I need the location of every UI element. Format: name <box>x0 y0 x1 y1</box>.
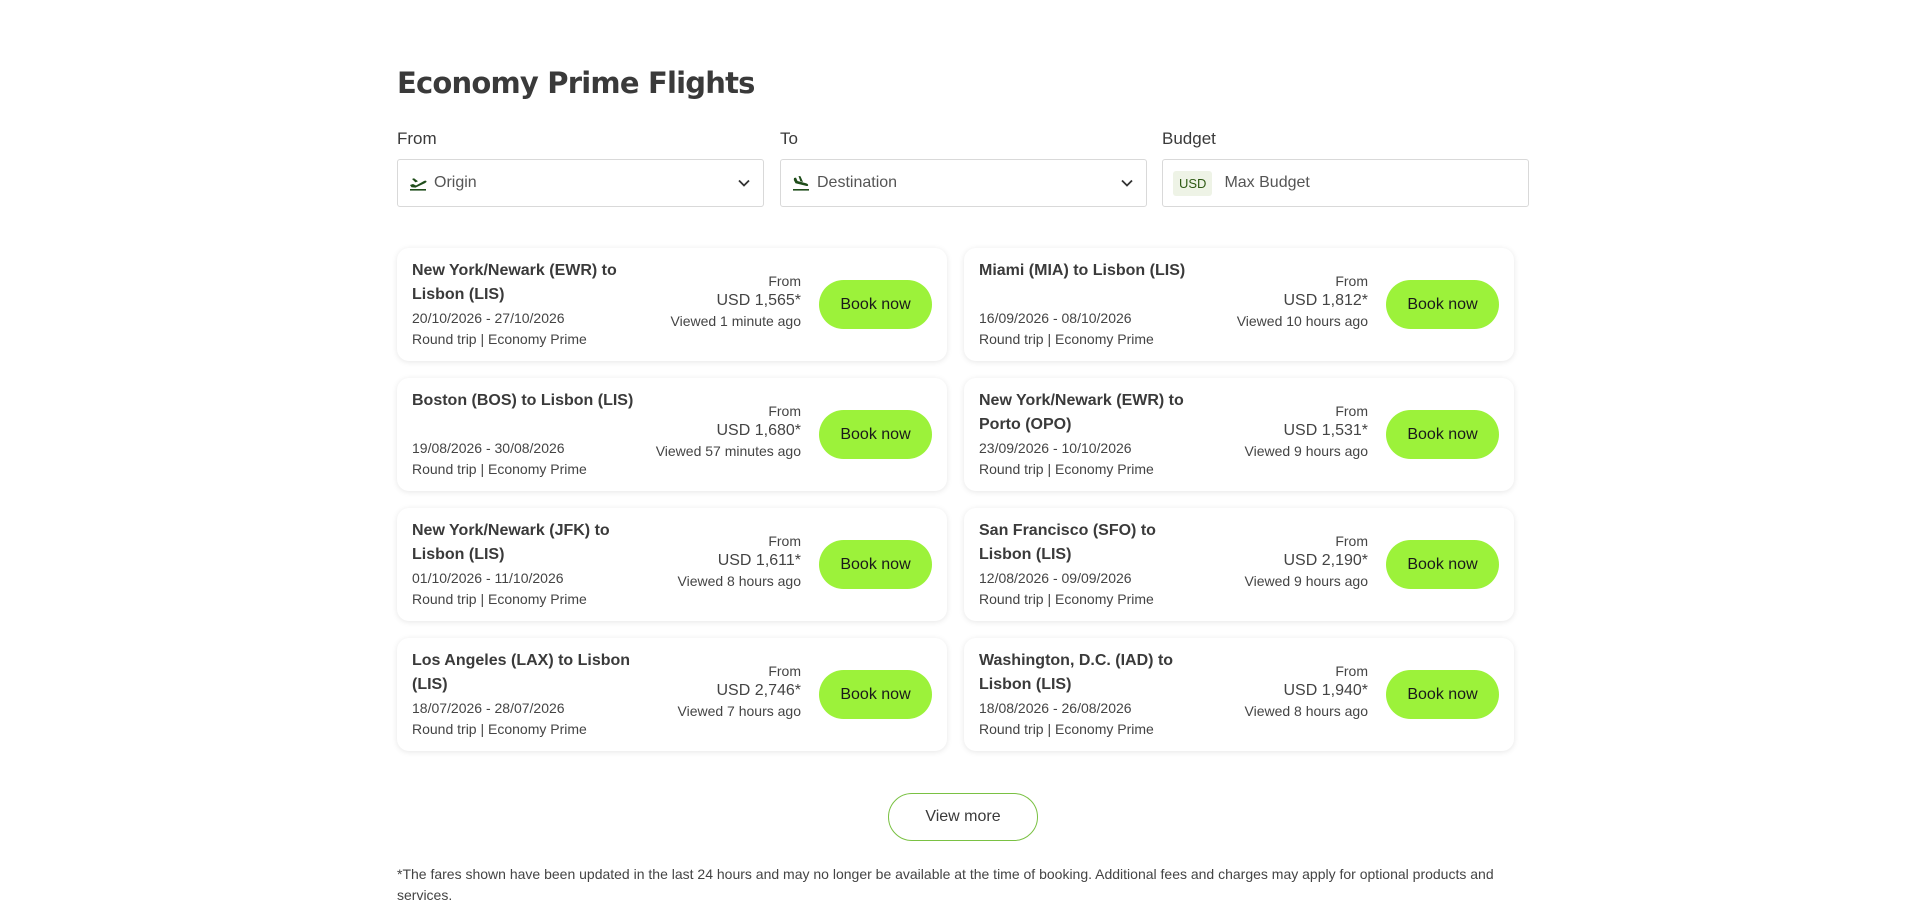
flight-card: Miami (MIA) to Lisbon (LIS) 16/09/2026 -… <box>964 248 1514 361</box>
price-block: From USD 1,680* Viewed 57 minutes ago <box>656 402 801 460</box>
viewed-time: Viewed 7 hours ago <box>677 703 802 719</box>
book-now-button[interactable]: Book now <box>819 540 932 589</box>
viewed-time: Viewed 10 hours ago <box>1236 313 1368 329</box>
flight-price: USD 1,611* <box>717 552 801 569</box>
flight-trip-type: Round trip | Economy Prime <box>412 331 587 347</box>
to-filter: To Destination <box>780 129 1147 207</box>
book-now-button[interactable]: Book now <box>819 670 932 719</box>
book-now-button[interactable]: Book now <box>1386 410 1499 459</box>
flight-card: Boston (BOS) to Lisbon (LIS) 19/08/2026 … <box>397 378 947 491</box>
chevron-down-icon <box>1121 179 1133 187</box>
flight-route: New York/Newark (EWR) to Porto (OPO) <box>979 392 1184 433</box>
flight-price: USD 2,190* <box>1283 552 1369 569</box>
view-more-button[interactable]: View more <box>888 793 1038 841</box>
flight-route: Washington, D.C. (IAD) to Lisbon (LIS) <box>979 652 1174 693</box>
book-now-button[interactable]: Book now <box>819 280 932 329</box>
budget-filter: Budget USD Max Budget <box>1162 129 1529 207</box>
viewed-time: Viewed 57 minutes ago <box>655 443 801 459</box>
budget-label: Budget <box>1162 129 1216 148</box>
flight-dates: 23/09/2026 - 10/10/2026 <box>979 440 1132 456</box>
flight-trip-type: Round trip | Economy Prime <box>412 461 587 477</box>
flight-price: USD 1,680* <box>716 422 802 439</box>
flight-trip-type: Round trip | Economy Prime <box>979 721 1154 737</box>
book-now-button[interactable]: Book now <box>1386 540 1499 589</box>
flight-card: San Francisco (SFO) to Lisbon (LIS) 12/0… <box>964 508 1514 621</box>
book-now-button[interactable]: Book now <box>1386 280 1499 329</box>
flight-price: USD 2,746* <box>716 682 802 699</box>
origin-select[interactable]: Origin <box>397 159 764 207</box>
budget-placeholder: Max Budget <box>1224 174 1310 191</box>
viewed-time: Viewed 9 hours ago <box>1244 573 1369 589</box>
page-title: Economy Prime Flights <box>397 66 755 100</box>
flight-route: Boston (BOS) to Lisbon (LIS) <box>412 392 634 409</box>
flight-card: Los Angeles (LAX) to Lisbon (LIS) 18/07/… <box>397 638 947 751</box>
from-label: From <box>1335 663 1368 679</box>
from-label: From <box>768 663 801 679</box>
viewed-time: Viewed 8 hours ago <box>1244 703 1369 719</box>
fares-disclaimer: *The fares shown have been updated in th… <box>397 866 1494 903</box>
flight-trip-type: Round trip | Economy Prime <box>412 721 587 737</box>
price-block: From USD 1,812* Viewed 10 hours ago <box>1237 272 1368 330</box>
flight-route: San Francisco (SFO) to Lisbon (LIS) <box>979 522 1156 563</box>
price-block: From USD 1,611* Viewed 8 hours ago <box>678 532 802 590</box>
chevron-down-icon <box>738 179 750 187</box>
flight-dates: 18/08/2026 - 26/08/2026 <box>979 700 1132 716</box>
plane-takeoff-icon <box>410 178 427 191</box>
price-block: From USD 2,746* Viewed 7 hours ago <box>678 662 802 720</box>
flight-trip-type: Round trip | Economy Prime <box>412 591 587 607</box>
flight-card: New York/Newark (EWR) to Lisbon (LIS) 20… <box>397 248 947 361</box>
flight-dates: 20/10/2026 - 27/10/2026 <box>412 310 565 326</box>
flight-price: USD 1,565* <box>716 292 802 309</box>
book-now-button[interactable]: Book now <box>819 410 932 459</box>
destination-select[interactable]: Destination <box>780 159 1147 207</box>
flight-card: New York/Newark (EWR) to Porto (OPO) 23/… <box>964 378 1514 491</box>
price-block: From USD 1,531* Viewed 9 hours ago <box>1245 402 1369 460</box>
price-block: From USD 1,940* Viewed 8 hours ago <box>1245 662 1369 720</box>
from-filter: From Origin <box>397 129 764 207</box>
flight-route: New York/Newark (EWR) to Lisbon (LIS) <box>412 262 617 303</box>
viewed-time: Viewed 8 hours ago <box>677 573 802 589</box>
flight-dates: 16/09/2026 - 08/10/2026 <box>979 310 1132 326</box>
from-label: From <box>768 403 801 419</box>
to-label: To <box>780 129 798 148</box>
flight-route: New York/Newark (JFK) to Lisbon (LIS) <box>412 522 610 563</box>
flight-trip-type: Round trip | Economy Prime <box>979 591 1154 607</box>
flight-trip-type: Round trip | Economy Prime <box>979 331 1154 347</box>
viewed-time: Viewed 1 minute ago <box>670 313 802 329</box>
from-label: From <box>397 129 437 148</box>
from-label: From <box>768 533 801 549</box>
from-label: From <box>768 273 801 289</box>
plane-landing-icon <box>793 176 809 191</box>
flight-price: USD 1,940* <box>1283 682 1369 699</box>
flight-card: Washington, D.C. (IAD) to Lisbon (LIS) 1… <box>964 638 1514 751</box>
currency-badge: USD <box>1173 170 1213 196</box>
flight-dates: 01/10/2026 - 11/10/2026 <box>412 570 564 586</box>
from-label: From <box>1335 273 1368 289</box>
flight-dates: 19/08/2026 - 30/08/2026 <box>412 440 565 456</box>
budget-input[interactable]: USD Max Budget <box>1162 159 1529 207</box>
filter-bar: From Origin To Destination Budget USD Ma… <box>397 129 1529 207</box>
flight-trip-type: Round trip | Economy Prime <box>979 461 1154 477</box>
flight-card: New York/Newark (JFK) to Lisbon (LIS) 01… <box>397 508 947 621</box>
flight-price: USD 1,531* <box>1283 422 1369 439</box>
origin-placeholder: Origin <box>434 174 477 191</box>
flight-dates: 12/08/2026 - 09/09/2026 <box>979 570 1132 586</box>
flight-route: Miami (MIA) to Lisbon (LIS) <box>979 262 1186 279</box>
flight-route: Los Angeles (LAX) to Lisbon (LIS) <box>412 652 631 693</box>
from-label: From <box>1335 403 1368 419</box>
from-label: From <box>1335 533 1368 549</box>
book-now-button[interactable]: Book now <box>1386 670 1499 719</box>
flight-dates: 18/07/2026 - 28/07/2026 <box>412 700 565 716</box>
destination-placeholder: Destination <box>817 174 898 191</box>
flight-price: USD 1,812* <box>1283 292 1369 309</box>
price-block: From USD 2,190* Viewed 9 hours ago <box>1245 532 1369 590</box>
viewed-time: Viewed 9 hours ago <box>1244 443 1369 459</box>
price-block: From USD 1,565* Viewed 1 minute ago <box>671 272 802 330</box>
